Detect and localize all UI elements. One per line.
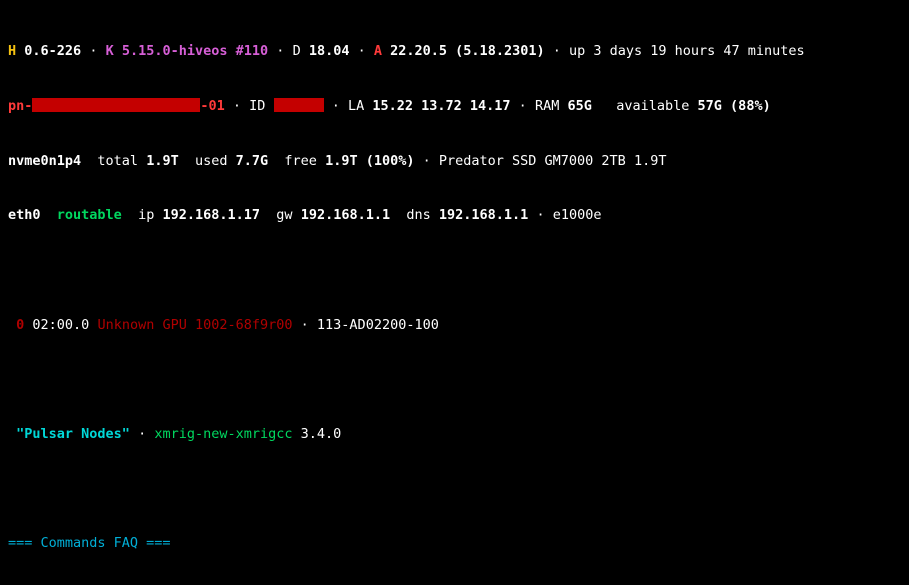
sysinfo-net: eth0 routable ip 192.168.1.17 gw 192.168… [8, 206, 901, 224]
label-ID: ID [249, 98, 265, 114]
kernel-version: 5.15.0-hiveos #110 [122, 43, 268, 59]
sysinfo-disk: nvme0n1p4 total 1.9T used 7.7G free 1.9T… [8, 152, 901, 170]
net-ip: 192.168.1.17 [162, 207, 260, 223]
spacer-1 [8, 261, 901, 279]
net-gw: 192.168.1.1 [301, 207, 390, 223]
miner-name: xmrig-new-xmrigcc [154, 426, 292, 442]
uptime: up 3 days 19 hours 47 minutes [569, 43, 805, 59]
hive-version: 0.6-226 [24, 43, 81, 59]
miner-version: 3.4.0 [301, 426, 342, 442]
faq-title: === Commands FAQ === [8, 534, 901, 552]
net-dns: 192.168.1.1 [439, 207, 528, 223]
ram-available: 57G (88%) [698, 98, 771, 114]
distro-version: 18.04 [309, 43, 350, 59]
spacer-2 [8, 370, 901, 388]
label-LA: LA [348, 98, 364, 114]
gpu-bios: 113-AD02200-100 [317, 317, 439, 333]
loadavg: 15.22 13.72 14.17 [372, 98, 510, 114]
label-available: available [616, 98, 689, 114]
label-K: K [106, 43, 114, 59]
sysinfo-line1: H 0.6-226 · K 5.15.0-hiveos #110 · D 18.… [8, 42, 901, 60]
gpu-bus: 02:00.0 [32, 317, 89, 333]
amd-version: 22.20.5 (5.18.2301) [390, 43, 544, 59]
spacer-3 [8, 480, 901, 498]
label-RAM: RAM [535, 98, 559, 114]
sysinfo-line2: pn--01 · ID · LA 15.22 13.72 14.17 · RAM… [8, 97, 901, 115]
farm-name: "Pulsar Nodes" [16, 426, 130, 442]
hostname-prefix: pn- [8, 98, 32, 114]
hostname-suffix: -01 [200, 98, 224, 114]
label-A: A [374, 43, 382, 59]
label-D: D [293, 43, 301, 59]
net-interface: eth0 [8, 207, 41, 223]
terminal[interactable]: H 0.6-226 · K 5.15.0-hiveos #110 · D 18.… [0, 0, 909, 585]
redacted-id [274, 98, 324, 112]
gpu-line: 0 02:00.0 Unknown GPU 1002-68f9r00 · 113… [8, 316, 901, 334]
net-driver: e1000e [553, 207, 602, 223]
farm-line: "Pulsar Nodes" · xmrig-new-xmrigcc 3.4.0 [8, 425, 901, 443]
gpu-name: Unknown GPU 1002-68f9r00 [97, 317, 292, 333]
gpu-index: 0 [16, 317, 32, 333]
label-H: H [8, 43, 16, 59]
ram-total: 65G [567, 98, 591, 114]
net-state: routable [57, 207, 122, 223]
redacted-hostname [32, 98, 200, 112]
disk-model: Predator SSD GM7000 2TB 1.9T [439, 153, 667, 169]
disk-device: nvme0n1p4 [8, 153, 81, 169]
